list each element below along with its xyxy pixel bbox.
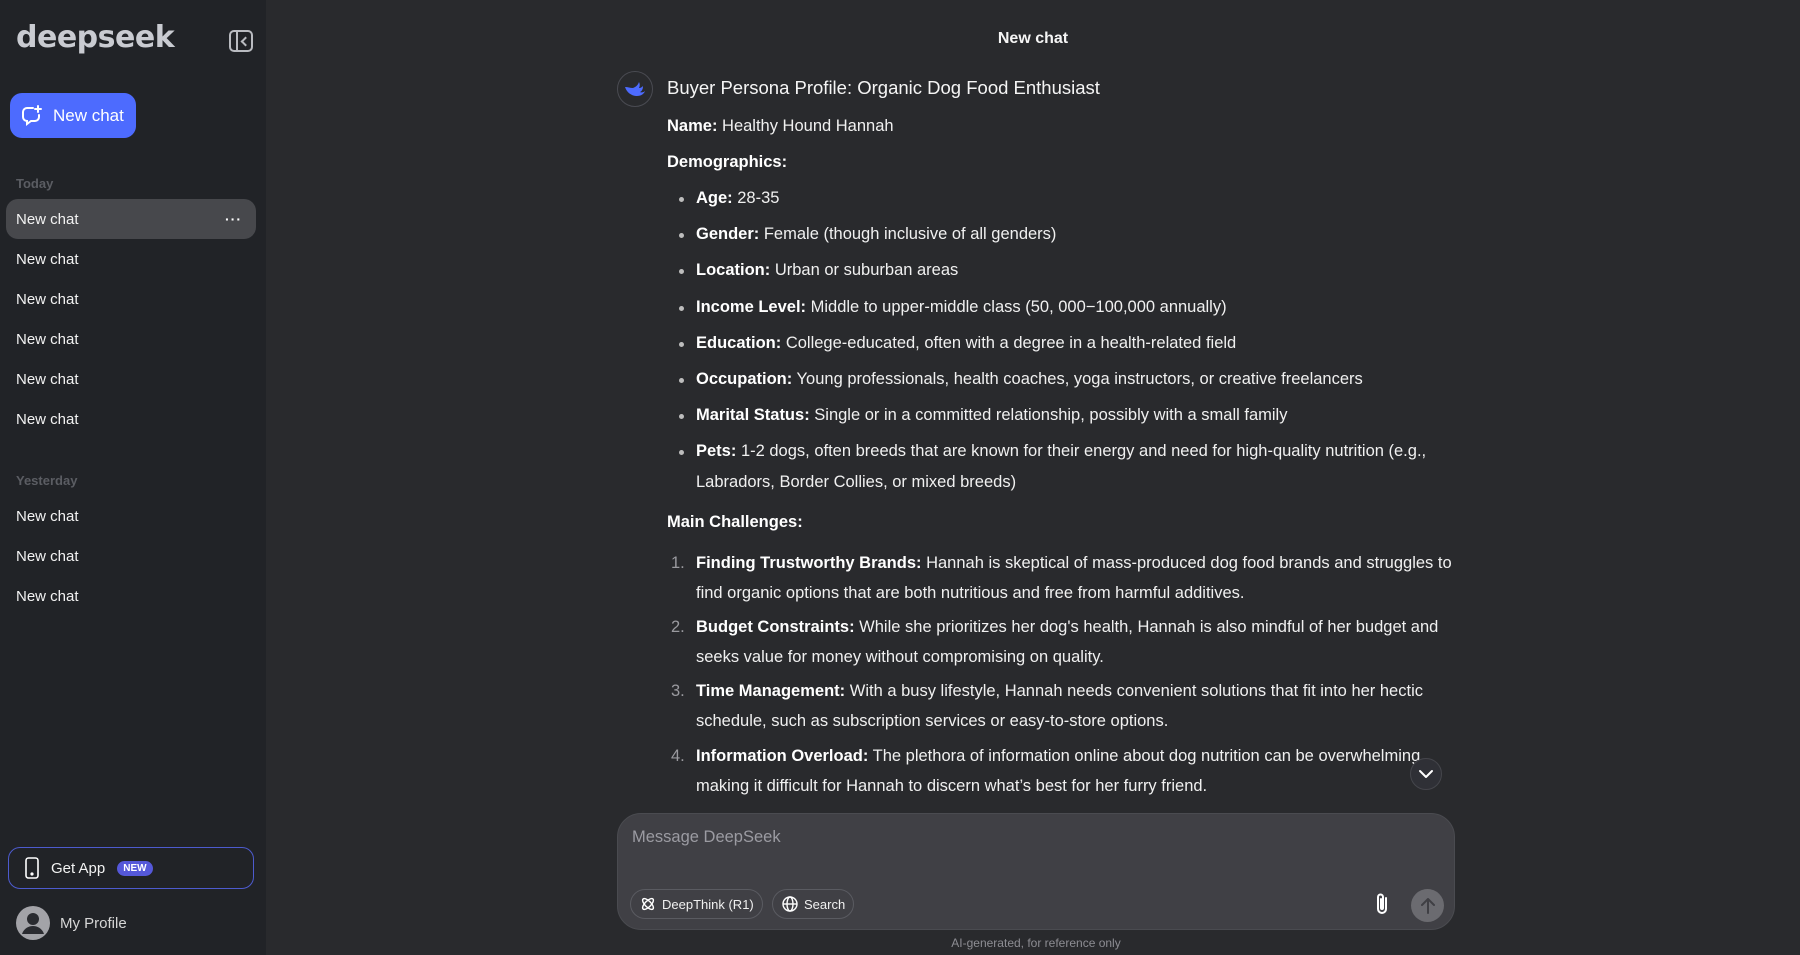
new-chat-label: New chat — [53, 105, 124, 125]
deepthink-label: DeepThink (R1) — [662, 896, 754, 912]
chat-history-item[interactable]: New chat — [6, 319, 256, 359]
item-number: 3. — [671, 682, 685, 701]
deepseek-whale-icon — [625, 82, 645, 96]
item-value: Middle to upper-middle class (50, 000−10… — [806, 297, 1227, 316]
item-number: 2. — [671, 617, 685, 636]
chat-title: New chat — [997, 30, 1069, 47]
list-item: 4. Information Overload: The plethora of … — [667, 741, 1457, 801]
message-composer: DeepThink (R1) Search — [617, 813, 1455, 930]
chat-history-item[interactable]: New chat — [6, 359, 256, 399]
get-app-button[interactable]: Get App NEW — [8, 847, 254, 889]
item-label: Information Overload: — [696, 746, 869, 765]
chat-history-item[interactable]: New chat ··· — [6, 199, 256, 239]
item-label: Budget Constraints: — [696, 617, 855, 636]
profile-avatar-icon — [16, 906, 50, 940]
chat-item-label: New chat — [16, 410, 79, 428]
demographics-heading: Demographics: — [667, 151, 1457, 174]
item-label: Marital Status: — [696, 406, 810, 425]
item-label: Income Level: — [696, 297, 807, 316]
item-value: Single or in a committed relationship, p… — [809, 406, 1288, 425]
list-item: 3. Time Management: With a busy lifestyle… — [667, 676, 1457, 736]
item-number: 4. — [671, 746, 685, 765]
chat-item-label: New chat — [16, 370, 79, 388]
new-chat-icon — [22, 104, 42, 126]
item-value: 1-2 dogs, often breeds that are known fo… — [696, 442, 1427, 491]
chat-item-label: New chat — [16, 330, 79, 348]
deepthink-toggle[interactable]: DeepThink (R1) — [630, 889, 763, 919]
list-item: Marital Status: Single or in a committed… — [667, 400, 1457, 430]
search-toggle[interactable]: Search — [772, 889, 855, 919]
item-label: Location: — [696, 261, 771, 280]
disclaimer: AI-generated, for reference only — [951, 936, 1121, 950]
list-item: 1. Finding Trustworthy Brands: Hannah is … — [667, 548, 1457, 608]
my-profile-button[interactable]: My Profile — [16, 906, 127, 940]
demographics-list: Age: 28-35 Gender: Female (though inclus… — [667, 183, 1457, 497]
item-label: Occupation: — [696, 369, 793, 388]
assistant-message: Buyer Persona Profile: Organic Dog Food … — [667, 75, 1457, 805]
chat-item-label: New chat — [16, 210, 79, 228]
item-value: College-educated, often with a degree in… — [781, 333, 1237, 352]
section-label-yesterday: Yesterday — [16, 473, 78, 488]
challenges-list: 1. Finding Trustworthy Brands: Hannah is … — [667, 548, 1457, 802]
list-item: Occupation: Young professionals, health … — [667, 364, 1457, 394]
message-heading: Buyer Persona Profile: Organic Dog Food … — [667, 77, 1100, 98]
item-value: Young professionals, health coaches, yog… — [792, 369, 1363, 388]
chat-item-label: New chat — [16, 507, 79, 525]
more-options-icon[interactable]: ··· — [225, 211, 242, 227]
item-label: Finding Trustworthy Brands: — [696, 553, 922, 572]
deepseek-logo[interactable]: deepseek — [16, 20, 175, 55]
new-chat-button[interactable]: New chat — [10, 93, 136, 138]
item-value: Urban or suburban areas — [770, 261, 959, 280]
chat-item-label: New chat — [16, 290, 79, 308]
list-item: Gender: Female (though inclusive of all … — [667, 219, 1457, 249]
scroll-to-bottom-button[interactable] — [1410, 758, 1442, 790]
item-number: 1. — [671, 553, 685, 572]
list-item: Education: College-educated, often with … — [667, 328, 1457, 358]
get-app-label: Get App — [51, 859, 106, 877]
paperclip-icon — [1377, 893, 1387, 914]
list-item: Income Level: Middle to upper-middle cla… — [667, 292, 1457, 322]
demographics-heading-text: Demographics: — [667, 153, 788, 172]
item-value: 28-35 — [732, 189, 780, 208]
chevron-down-icon — [1419, 770, 1433, 778]
item-label: Education: — [696, 333, 782, 352]
my-profile-label: My Profile — [60, 914, 127, 932]
list-item: Location: Urban or suburban areas — [667, 255, 1457, 285]
chat-item-label: New chat — [16, 587, 79, 605]
chat-item-label: New chat — [16, 547, 79, 565]
section-label-today: Today — [16, 176, 54, 191]
item-label: Gender: — [696, 225, 760, 244]
chat-history-item[interactable]: New chat — [6, 399, 256, 439]
item-label: Age: — [696, 189, 733, 208]
item-label: Pets: — [696, 442, 737, 461]
chat-history-item[interactable]: New chat — [6, 496, 256, 536]
send-button[interactable] — [1411, 889, 1444, 922]
name-value: Healthy Hound Hannah — [717, 116, 894, 135]
assistant-avatar — [617, 71, 653, 107]
list-item: 2. Budget Constraints: While she prioriti… — [667, 612, 1457, 672]
chat-history-item[interactable]: New chat — [6, 279, 256, 319]
list-item: Age: 28-35 — [667, 183, 1457, 213]
atom-icon — [641, 897, 655, 911]
item-value: Female (though inclusive of all genders) — [759, 225, 1057, 244]
name-label: Name: — [667, 116, 718, 135]
attach-file-button[interactable] — [1373, 891, 1391, 922]
collapse-sidebar-icon[interactable] — [229, 30, 253, 52]
sidebar: deepseek New chat Today New chat ··· New… — [0, 0, 266, 955]
challenges-heading: Main Challenges: — [667, 511, 1457, 534]
list-item: Pets: 1-2 dogs, often breeds that are kn… — [667, 436, 1457, 496]
arrow-up-icon — [1420, 897, 1435, 914]
chat-history-item[interactable]: New chat — [6, 576, 256, 616]
challenges-heading-text: Main Challenges: — [667, 512, 803, 531]
search-label: Search — [804, 896, 846, 912]
chat-history-item[interactable]: New chat — [6, 536, 256, 576]
message-input[interactable] — [632, 828, 1432, 868]
chat-item-label: New chat — [16, 250, 79, 268]
new-badge: NEW — [117, 860, 153, 876]
persona-name: Name: Healthy Hound Hannah — [667, 115, 1457, 138]
globe-icon — [782, 896, 798, 912]
phone-icon — [25, 857, 39, 879]
item-label: Time Management: — [696, 682, 846, 701]
chat-history-item[interactable]: New chat — [6, 239, 256, 279]
